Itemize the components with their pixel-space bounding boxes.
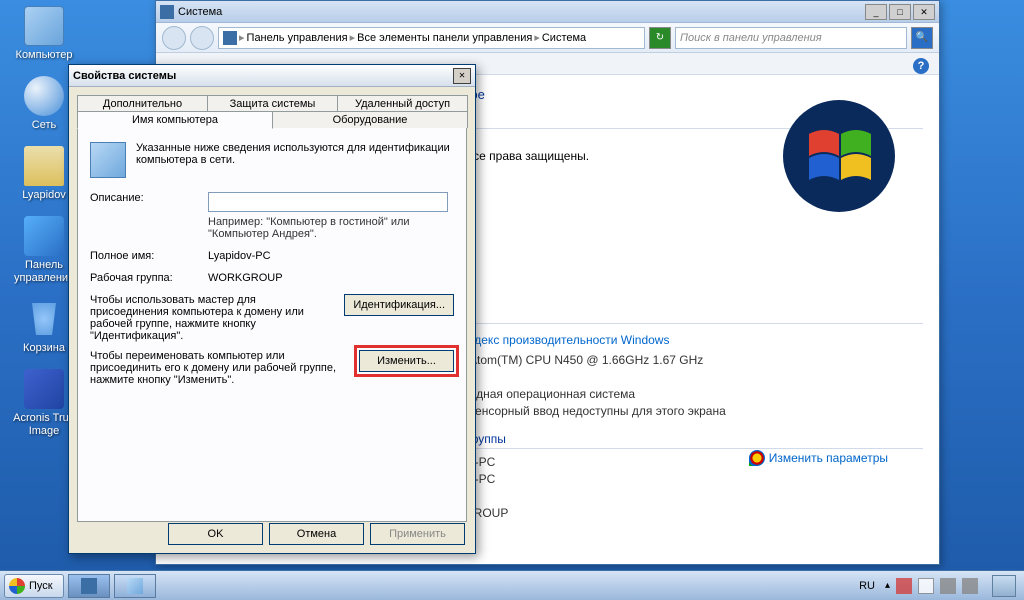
description-label: Описание:: [90, 192, 208, 204]
ram-value: 1,00 ГБ: [427, 370, 923, 384]
computer-icon: [90, 142, 126, 178]
desktop-icon-computer[interactable]: Компьютер: [6, 6, 82, 62]
refresh-button[interactable]: ↻: [649, 27, 671, 49]
cpu-value: Intel(R) Atom(TM) CPU N450 @ 1.66GHz 1.6…: [427, 353, 923, 367]
breadcrumb-seg[interactable]: Панель управления: [247, 32, 348, 44]
pen-value: Перо и сенсорный ввод недоступны для это…: [427, 404, 923, 418]
control-panel-icon: [24, 216, 64, 256]
wg-value: WORKGROUP: [427, 506, 923, 520]
maximize-button[interactable]: □: [889, 4, 911, 20]
close-button[interactable]: ✕: [453, 68, 471, 84]
apply-button[interactable]: Применить: [370, 523, 465, 545]
breadcrumb-seg[interactable]: Все элементы панели управления: [357, 32, 532, 44]
desc-value: [427, 489, 923, 503]
tab-advanced[interactable]: Дополнительно: [77, 95, 208, 112]
shield-icon: [749, 450, 765, 466]
window-title: Система: [178, 6, 222, 18]
computer-icon: [24, 6, 64, 46]
taskbar-item-explorer[interactable]: [68, 574, 110, 598]
acronis-icon: [24, 369, 64, 409]
start-label: Пуск: [29, 580, 53, 592]
tab-panel: Указанные ниже сведения используются для…: [77, 127, 467, 522]
tab-hardware[interactable]: Оборудование: [272, 111, 468, 128]
tab-protection[interactable]: Защита системы: [207, 95, 338, 112]
workgroup-value: WORKGROUP: [208, 272, 283, 284]
show-desktop-button[interactable]: [992, 575, 1016, 597]
dialog-title: Свойства системы: [73, 70, 176, 82]
toolbar: ▸ Панель управления ▸ Все элементы панел…: [156, 23, 939, 53]
windows-logo-icon: [779, 96, 899, 216]
breadcrumb-icon: [223, 31, 237, 45]
rating-link[interactable]: Индекс производительности Windows: [459, 333, 669, 347]
forward-button[interactable]: [190, 26, 214, 50]
tray-volume-icon[interactable]: [962, 578, 978, 594]
type-value: 32-разрядная операционная система: [427, 387, 923, 401]
change-button[interactable]: Изменить...: [359, 350, 454, 372]
folder-icon: [24, 146, 64, 186]
change-text: Чтобы переименовать компьютер или присое…: [90, 350, 351, 386]
fullname-label: Полное имя:: [90, 250, 208, 262]
search-button[interactable]: 🔍: [911, 27, 933, 49]
intro-text: Указанные ниже сведения используются для…: [136, 142, 454, 178]
window-icon: [160, 5, 174, 19]
windows-logo-icon: [9, 578, 25, 594]
dialog-footer: OK Отмена Применить: [168, 523, 465, 545]
change-settings-link[interactable]: Изменить параметры: [749, 450, 888, 466]
computer-icon: [127, 578, 143, 594]
explorer-icon: [81, 578, 97, 594]
change-link-text: Изменить параметры: [769, 451, 888, 465]
close-button[interactable]: ✕: [913, 4, 935, 20]
taskbar: Пуск RU ▴: [0, 570, 1024, 600]
fullname-value: Lyapidov-PC: [208, 250, 271, 262]
full-value: Lyapidov-PC: [427, 472, 923, 486]
system-properties-dialog: Свойства системы ✕ Дополнительно Защита …: [68, 64, 476, 554]
cancel-button[interactable]: Отмена: [269, 523, 364, 545]
icon-label: Компьютер: [6, 49, 82, 62]
description-input[interactable]: [208, 192, 448, 212]
back-button[interactable]: [162, 26, 186, 50]
identification-text: Чтобы использовать мастер для присоедине…: [90, 294, 336, 342]
workgroup-label: Рабочая группа:: [90, 272, 208, 284]
tray-chevron-icon[interactable]: ▴: [885, 580, 890, 591]
minimize-button[interactable]: _: [865, 4, 887, 20]
tab-computer-name[interactable]: Имя компьютера: [77, 111, 273, 129]
tray-network-icon[interactable]: [940, 578, 956, 594]
description-hint: Например: "Компьютер в гостиной" или "Ко…: [208, 216, 454, 240]
taskbar-item-system[interactable]: [114, 574, 156, 598]
dialog-titlebar[interactable]: Свойства системы ✕: [69, 65, 475, 87]
identification-button[interactable]: Идентификация...: [344, 294, 454, 316]
ok-button[interactable]: OK: [168, 523, 263, 545]
tray-flag-icon[interactable]: [896, 578, 912, 594]
tab-container: Дополнительно Защита системы Удаленный д…: [69, 87, 475, 522]
titlebar[interactable]: Система _ □ ✕: [156, 1, 939, 23]
recycle-bin-icon: [24, 299, 64, 339]
network-icon: [24, 76, 64, 116]
search-placeholder: Поиск в панели управления: [680, 32, 822, 44]
search-input[interactable]: Поиск в панели управления: [675, 27, 907, 49]
system-tray: RU ▴: [855, 575, 1020, 597]
language-indicator[interactable]: RU: [855, 578, 879, 594]
start-button[interactable]: Пуск: [4, 574, 64, 598]
tray-action-center-icon[interactable]: [918, 578, 934, 594]
tab-remote[interactable]: Удаленный доступ: [337, 95, 468, 112]
breadcrumb-seg[interactable]: Система: [542, 32, 586, 44]
breadcrumb[interactable]: ▸ Панель управления ▸ Все элементы панел…: [218, 27, 645, 49]
help-icon[interactable]: ?: [913, 58, 929, 74]
